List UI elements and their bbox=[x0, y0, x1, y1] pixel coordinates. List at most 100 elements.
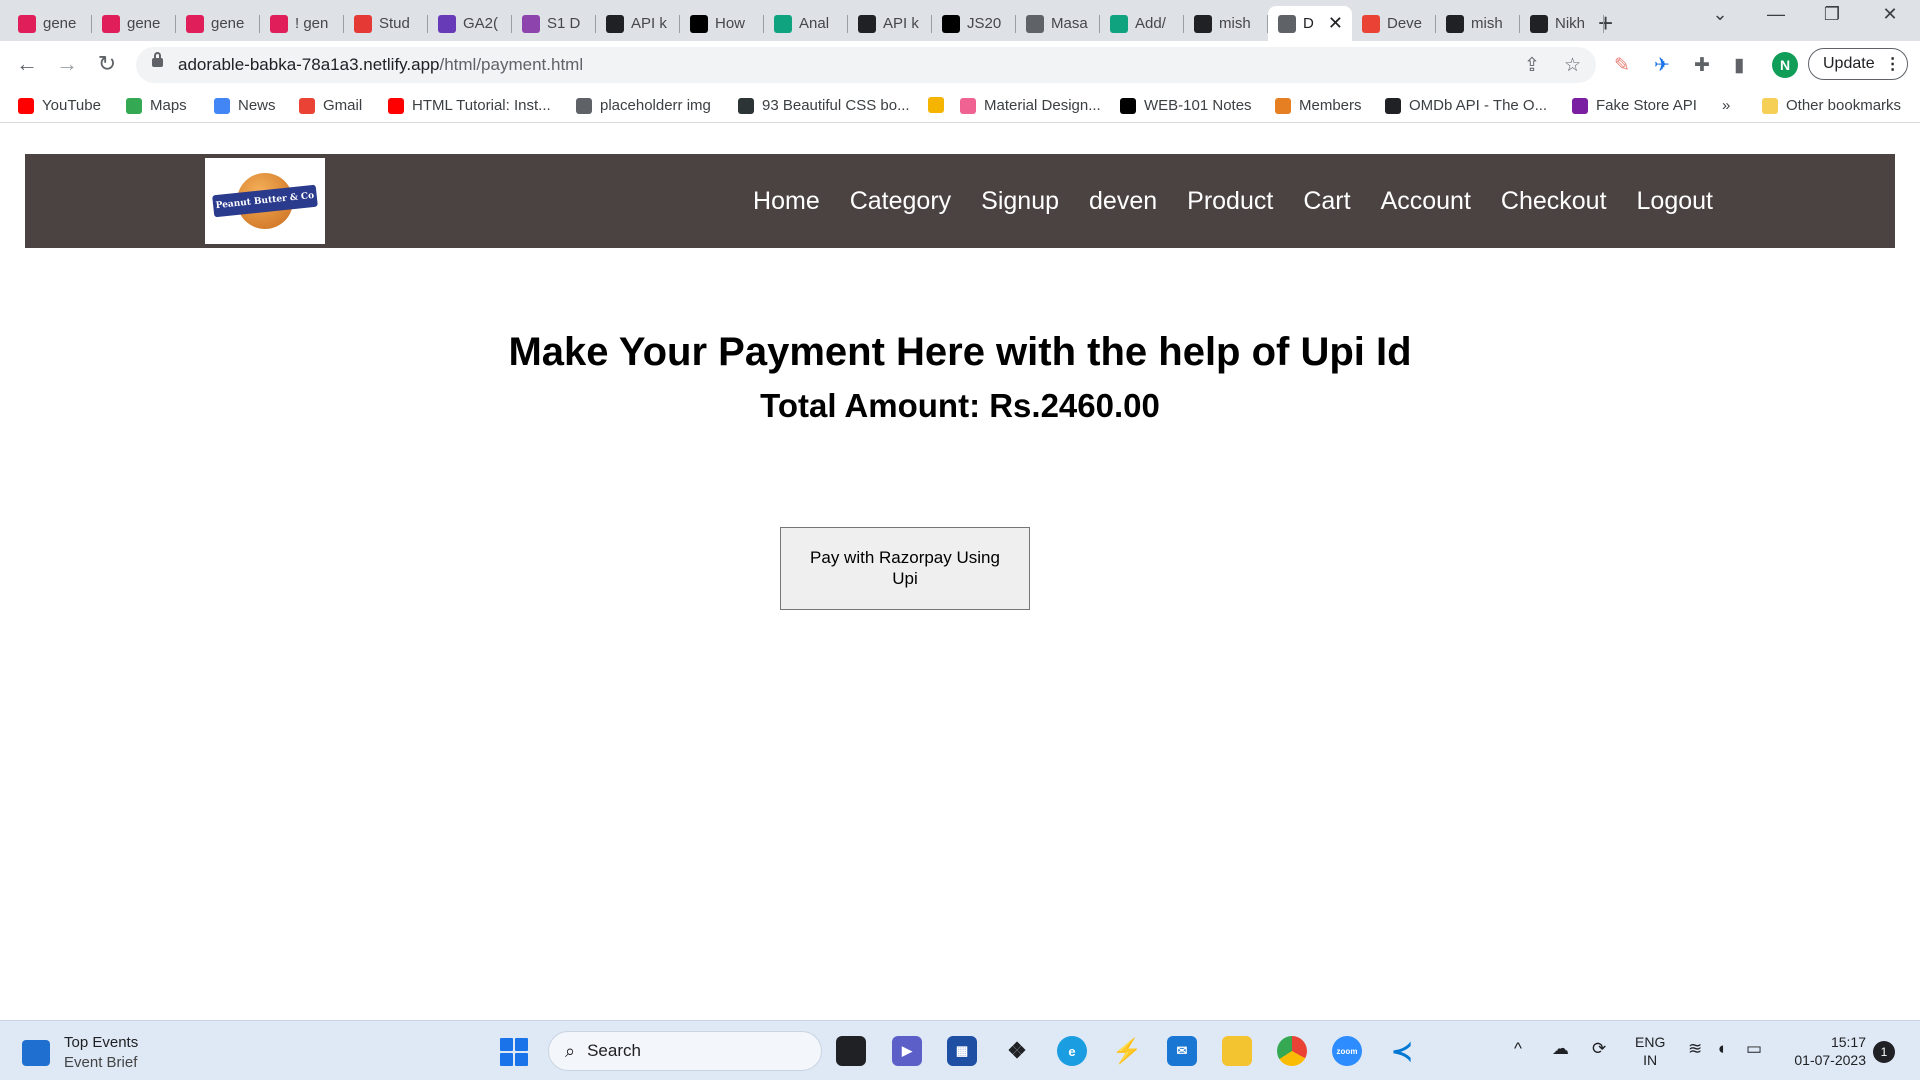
side-panel-icon[interactable]: ▮ bbox=[1734, 54, 1744, 77]
show-hidden-icons-chevron-icon[interactable]: ^ bbox=[1514, 1039, 1522, 1059]
browser-tab[interactable]: Nikh bbox=[1520, 6, 1604, 41]
profile-avatar[interactable]: N bbox=[1772, 52, 1798, 78]
volume-icon[interactable]: ◖ bbox=[1716, 1039, 1726, 1059]
nav-link-cart[interactable]: Cart bbox=[1303, 187, 1350, 216]
minimize-button[interactable]: — bbox=[1756, 4, 1796, 25]
battery-icon[interactable]: ▭ bbox=[1746, 1039, 1762, 1059]
widgets-button[interactable]: Top Events Event Brief bbox=[22, 1033, 138, 1073]
language-indicator[interactable]: ENG IN bbox=[1635, 1033, 1665, 1069]
browser-tab[interactable]: How bbox=[680, 6, 764, 41]
gmail-icon bbox=[1362, 14, 1380, 33]
power-automate-icon[interactable]: ⚡ bbox=[1112, 1036, 1142, 1066]
edge-browser-icon[interactable]: e bbox=[1057, 1036, 1087, 1066]
extension-icon[interactable]: ✈ bbox=[1654, 54, 1670, 77]
browser-tab[interactable]: API k bbox=[596, 6, 680, 41]
system-clock[interactable]: 15:17 01-07-2023 bbox=[1786, 1033, 1866, 1069]
back-arrow-icon[interactable]: ← bbox=[11, 51, 43, 77]
zoom-icon[interactable]: zoom bbox=[1332, 1036, 1362, 1066]
nav-link-logout[interactable]: Logout bbox=[1637, 187, 1713, 216]
task-view-icon[interactable] bbox=[836, 1036, 866, 1066]
nav-link-signup[interactable]: Signup bbox=[981, 187, 1059, 216]
browser-tab[interactable]: Anal bbox=[764, 6, 848, 41]
bookmark-star-icon[interactable]: ☆ bbox=[1564, 54, 1581, 77]
widget-subtitle: Event Brief bbox=[64, 1054, 138, 1071]
bookmark-item[interactable]: OMDb API - The O... bbox=[1385, 97, 1547, 114]
file-explorer-icon[interactable] bbox=[1222, 1036, 1252, 1066]
bookmark-item[interactable]: Maps bbox=[126, 97, 187, 114]
microsoft-store-icon[interactable]: ▦ bbox=[947, 1036, 977, 1066]
pay-with-razorpay-button[interactable]: Pay with Razorpay Using Upi bbox=[780, 527, 1030, 610]
brand-logo[interactable]: Peanut Butter & Co bbox=[205, 158, 325, 244]
bookmark-item[interactable]: YouTube bbox=[18, 97, 101, 114]
tab-search-chevron-icon[interactable]: ⌄ bbox=[1700, 4, 1740, 25]
other-bookmarks-folder[interactable]: Other bookmarks bbox=[1762, 97, 1901, 114]
update-button[interactable]: Update ⋮ bbox=[1808, 48, 1908, 80]
bookmark-item[interactable]: 93 Beautiful CSS bo... bbox=[738, 97, 910, 114]
windows-start-icon[interactable] bbox=[500, 1038, 528, 1066]
umbrella-icon bbox=[522, 14, 540, 33]
browser-tab[interactable]: gene bbox=[92, 6, 176, 41]
browser-tab[interactable]: mish bbox=[1184, 6, 1268, 41]
nav-link-account[interactable]: Account bbox=[1381, 187, 1471, 216]
share-icon[interactable]: ⇪ bbox=[1524, 54, 1540, 77]
nav-link-home[interactable]: Home bbox=[753, 187, 820, 216]
wifi-icon[interactable]: ≋ bbox=[1688, 1039, 1702, 1059]
tab-title: Add/ bbox=[1135, 15, 1166, 32]
color-picker-extension-icon[interactable]: ✎ bbox=[1614, 54, 1630, 77]
bookmark-label: Maps bbox=[150, 97, 187, 114]
browser-tab[interactable]: JS20 bbox=[932, 6, 1016, 41]
browser-tab[interactable]: API k bbox=[848, 6, 932, 41]
notification-badge[interactable]: 1 bbox=[1873, 1041, 1895, 1063]
tab-title: Deve bbox=[1387, 15, 1423, 32]
bookmark-item[interactable]: Members bbox=[1275, 97, 1362, 114]
browser-tab[interactable]: Stud bbox=[344, 6, 428, 41]
browser-tab[interactable]: mish bbox=[1436, 6, 1520, 41]
close-tab-icon[interactable]: ✕ bbox=[1328, 13, 1343, 34]
browser-tab[interactable]: S1 D bbox=[512, 6, 596, 41]
nav-links: Home Category Signup deven Product Cart Accoun… bbox=[753, 154, 1713, 248]
more-bookmarks-chevron-icon[interactable]: » bbox=[1722, 97, 1730, 114]
onedrive-icon[interactable]: ☁ bbox=[1552, 1039, 1569, 1059]
vscode-icon[interactable]: ≺ bbox=[1387, 1036, 1417, 1066]
bookmark-item[interactable]: Gmail bbox=[299, 97, 362, 114]
bookmark-item[interactable]: Fake Store API bbox=[1572, 97, 1697, 114]
sync-icon[interactable]: ⟳ bbox=[1592, 1039, 1606, 1059]
browser-tab[interactable]: GA2( bbox=[428, 6, 512, 41]
browser-tab[interactable]: Deve bbox=[1352, 6, 1436, 41]
reload-icon[interactable]: ↻ bbox=[91, 51, 123, 77]
bookmark-item[interactable] bbox=[928, 97, 952, 113]
chatgpt-icon bbox=[774, 14, 792, 33]
bookmark-item[interactable]: placeholderr img bbox=[576, 97, 711, 114]
browser-tab[interactable]: Add/ bbox=[1100, 6, 1184, 41]
kebab-menu-icon: ⋮ bbox=[1884, 56, 1901, 73]
close-window-button[interactable]: ✕ bbox=[1870, 4, 1910, 25]
forward-arrow-icon[interactable]: → bbox=[51, 51, 83, 77]
chrome-icon[interactable] bbox=[1277, 1036, 1307, 1066]
nav-link-category[interactable]: Category bbox=[850, 187, 951, 216]
browser-tab[interactable]: D ✕ bbox=[1268, 6, 1352, 41]
browser-tab[interactable]: gene bbox=[8, 6, 92, 41]
css-icon bbox=[738, 97, 754, 114]
bookmark-item[interactable]: HTML Tutorial: Inst... bbox=[388, 97, 551, 114]
nav-link-deven[interactable]: deven bbox=[1089, 187, 1157, 216]
bookmark-item[interactable]: News bbox=[214, 97, 276, 114]
taskbar-search-input[interactable]: ⌕ Search bbox=[548, 1031, 822, 1071]
restore-button[interactable]: ❐ bbox=[1812, 4, 1852, 25]
browser-tab[interactable]: Masa bbox=[1016, 6, 1100, 41]
browser-tab[interactable]: gene bbox=[176, 6, 260, 41]
globe-icon bbox=[1026, 14, 1044, 33]
slack-icon bbox=[270, 14, 288, 33]
bookmark-item[interactable]: WEB-101 Notes bbox=[1120, 97, 1252, 114]
film-icon bbox=[1385, 97, 1401, 114]
puzzle-extensions-icon[interactable]: ✚ bbox=[1694, 54, 1710, 77]
dropbox-icon[interactable]: ❖ bbox=[1002, 1036, 1032, 1066]
gmail-icon bbox=[299, 97, 315, 114]
teams-chat-icon[interactable]: ▶ bbox=[892, 1036, 922, 1066]
nav-link-checkout[interactable]: Checkout bbox=[1501, 187, 1607, 216]
browser-tab[interactable]: ! gen bbox=[260, 6, 344, 41]
youtube-icon bbox=[388, 97, 404, 114]
address-url[interactable]: adorable-babka-78a1a3.netlify.app/html/p… bbox=[178, 55, 583, 75]
bookmark-item[interactable]: Material Design... bbox=[960, 97, 1101, 114]
nav-link-product[interactable]: Product bbox=[1187, 187, 1273, 216]
mail-icon[interactable]: ✉ bbox=[1167, 1036, 1197, 1066]
